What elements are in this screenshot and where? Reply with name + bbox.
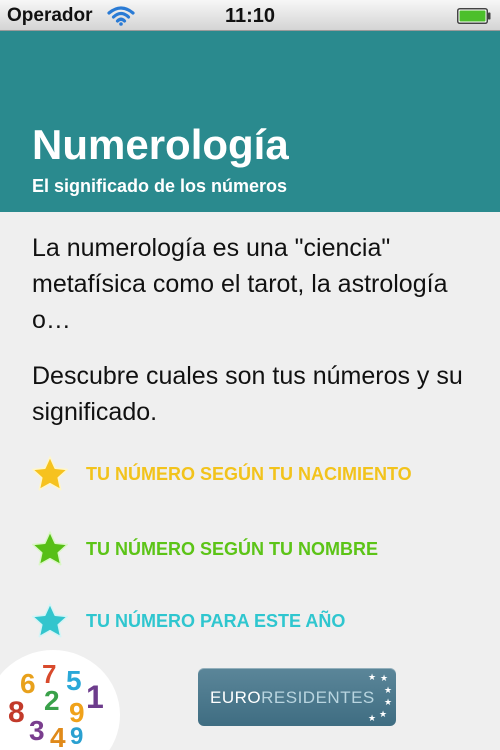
logo-digit: 5	[66, 665, 82, 696]
numbers-logo: 6 7 5 1 8 2 9 3 4 9	[0, 650, 120, 750]
logo-digit: 9	[70, 723, 83, 750]
menu-item-label: TU NÚMERO SEGÚN TU NACIMIENTO	[86, 463, 412, 484]
star-icon	[31, 531, 69, 566]
logo-digit: 8	[8, 696, 25, 729]
status-bar: Operador 11:10	[0, 0, 500, 31]
cta-text: Descubre cuales son tus números y su sig…	[32, 362, 463, 426]
svg-text:★: ★	[379, 710, 387, 720]
svg-text:★: ★	[384, 698, 392, 708]
svg-text:★: ★	[368, 714, 376, 724]
svg-text:★: ★	[384, 686, 392, 696]
menu-item-label: TU NÚMERO PARA ESTE AÑO	[86, 610, 346, 631]
logo-digit: 3	[29, 715, 45, 746]
menu-item-name-number[interactable]: TU NÚMERO SEGÚN TU NOMBRE	[30, 524, 480, 574]
battery-icon	[457, 8, 491, 24]
intro-text: La numerología es una "ciencia" metafísi…	[32, 234, 448, 334]
status-time: 11:10	[224, 5, 276, 27]
menu-item-label: TU NÚMERO SEGÚN TU NOMBRE	[86, 538, 378, 559]
star-icon	[31, 603, 69, 638]
eu-stars-icon: ★ ★ ★ ★ ★ ★	[368, 673, 392, 724]
menu-item-year-number[interactable]: TU NÚMERO PARA ESTE AÑO	[30, 596, 480, 646]
logo-digit: 6	[20, 668, 36, 699]
svg-text:★: ★	[380, 674, 388, 684]
logo-digit: 1	[86, 679, 104, 715]
euroresidentes-logo[interactable]: EURORESIDENTES ★ ★ ★ ★ ★ ★	[198, 668, 396, 726]
menu-item-birth-number[interactable]: TU NÚMERO SEGÚN TU NACIMIENTO	[30, 449, 480, 499]
logo-digit: 4	[50, 722, 66, 750]
app-header: Numerología El significado de los número…	[0, 31, 500, 212]
page-subtitle: El significado de los números	[32, 176, 288, 196]
star-icon	[31, 456, 69, 491]
page-title: Numerología	[32, 121, 289, 168]
svg-text:★: ★	[368, 673, 376, 683]
logo-digit: 2	[44, 685, 60, 716]
